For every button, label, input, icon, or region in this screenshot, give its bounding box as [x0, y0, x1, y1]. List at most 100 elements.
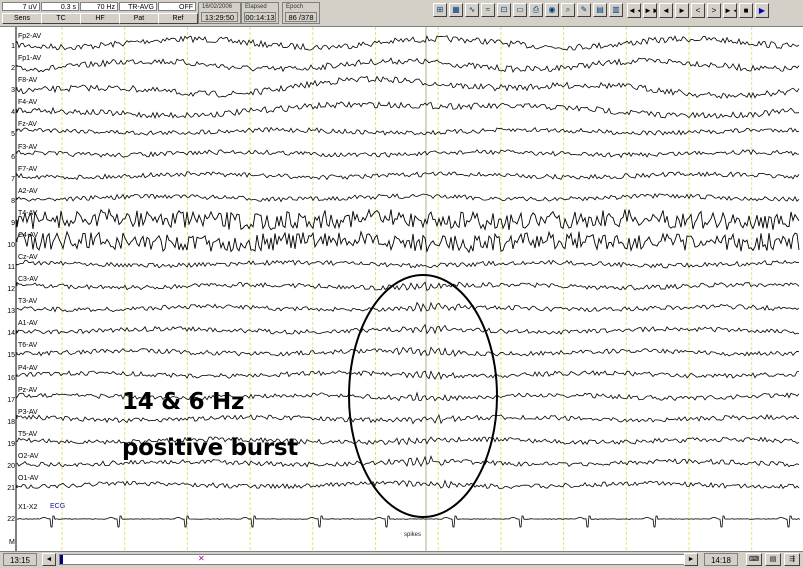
eeg-trace — [16, 230, 800, 254]
spectrum-icon[interactable]: ∿ — [465, 3, 479, 17]
montage-icon[interactable]: ⊞ — [433, 3, 447, 17]
setting-value[interactable]: 0.3 s — [41, 2, 79, 11]
setting-value[interactable]: 7 uV — [2, 2, 40, 11]
channel-number: 4 — [11, 109, 15, 117]
export-icon[interactable]: ⇶ — [784, 553, 800, 566]
elapsed-label: Elapsed — [245, 4, 267, 10]
annotation-line-2: positive burst — [122, 435, 298, 461]
eeg-trace — [16, 101, 800, 120]
stop-button[interactable]: ■ — [739, 3, 753, 18]
datetime-box: 16/02/2006 13:29:50 — [198, 2, 241, 24]
eeg-trace — [16, 57, 800, 73]
measure-icon[interactable]: ⊡ — [497, 3, 511, 17]
eeg-trace — [16, 192, 800, 203]
channel-number: 13 — [7, 308, 15, 316]
start-time: 13:15 — [3, 553, 37, 566]
timeline-scrollbar[interactable]: ✕ — [59, 554, 696, 565]
channel-label[interactable]: T3-AV — [18, 298, 37, 305]
fit-button[interactable]: ►◄ — [723, 3, 737, 18]
scroll-left-button[interactable]: ◄ — [42, 553, 56, 566]
play-button[interactable]: ▶ — [755, 3, 769, 18]
channel-label[interactable]: Fp2-AV — [18, 33, 41, 40]
epoch-value: 86 /378 — [285, 12, 317, 22]
channel-label[interactable]: A1-AV — [18, 320, 38, 327]
channel-number: 3 — [11, 87, 15, 95]
channel-label[interactable]: O1-AV — [18, 475, 39, 482]
filter-icon[interactable]: ▦ — [449, 3, 463, 17]
grid-icon[interactable]: ▤ — [593, 3, 607, 17]
fast-forward-button[interactable]: ►► — [643, 3, 657, 18]
eeg-trace — [16, 149, 799, 159]
page-back-button[interactable]: < — [691, 3, 705, 18]
event-marker-icon[interactable]: ✕ — [198, 554, 206, 563]
pen-icon[interactable]: ✎ — [577, 3, 591, 17]
channel-label[interactable]: F8-AV — [18, 77, 37, 84]
channel-number: 5 — [11, 131, 15, 139]
setting-value[interactable]: 70 Hz — [80, 2, 118, 11]
setting-3: TR-AVG Pat — [119, 2, 159, 24]
channel-label[interactable]: T6-AV — [18, 342, 37, 349]
channel-label[interactable]: Cz-AV — [18, 254, 38, 261]
epoch-box: Epoch 86 /378 — [282, 2, 320, 24]
eeg-trace — [16, 301, 800, 313]
channel-label[interactable]: F4-AV — [18, 99, 37, 106]
scroll-right-button[interactable]: ► — [684, 553, 698, 566]
channel-number: 18 — [7, 418, 15, 426]
channel-label[interactable]: F3-AV — [18, 144, 37, 151]
setting-4: OFF Ref — [158, 2, 198, 24]
step-forward-button[interactable]: ► — [675, 3, 689, 18]
channel-number: 6 — [11, 153, 15, 161]
channel-label[interactable]: Pz-AV — [18, 387, 37, 394]
keyboard-icon[interactable]: ⌨ — [746, 553, 762, 566]
channel-label[interactable]: C3-AV — [18, 276, 38, 283]
elapsed-box: Elapsed 00:14:13 — [241, 2, 279, 24]
eeg-trace — [16, 207, 800, 231]
setting-button[interactable]: Sens — [2, 13, 42, 24]
channel-number: 10 — [7, 241, 15, 249]
ecg-trace — [16, 515, 801, 528]
table-icon[interactable]: ▥ — [609, 3, 623, 17]
top-toolbar: 7 uV Sens 0.3 s TC 70 Hz HF TR-AVG Pat OFF Ref 16… — [0, 0, 803, 27]
channel-number: 17 — [7, 396, 15, 404]
setting-button[interactable]: Pat — [119, 13, 159, 24]
camera-icon[interactable]: ◉ — [545, 3, 559, 17]
setting-value[interactable]: OFF — [158, 2, 196, 11]
channel-number: 8 — [11, 197, 15, 205]
channel-label[interactable]: F7-AV — [18, 166, 37, 173]
eeg-trace — [16, 35, 800, 51]
channel-label[interactable]: Fz-AV — [18, 121, 37, 128]
channel-label[interactable]: Fp1-AV — [18, 55, 41, 62]
print-icon[interactable]: ⎙ — [529, 3, 543, 17]
eeg-trace — [16, 281, 800, 292]
marker-label: M — [9, 539, 15, 546]
fast-back-button[interactable]: ◄◄ — [627, 3, 641, 18]
report-icon[interactable]: ▭ — [513, 3, 527, 17]
channel-label[interactable]: C4-AV — [18, 232, 38, 239]
step-back-button[interactable]: ◄ — [659, 3, 673, 18]
channel-label[interactable]: T5-AV — [18, 431, 37, 438]
eeg-trace — [16, 346, 800, 357]
channel-number: 15 — [7, 352, 15, 360]
setting-button[interactable]: HF — [80, 13, 120, 24]
wave-icon[interactable]: ≈ — [481, 3, 495, 17]
print-page-icon[interactable]: ▤ — [765, 553, 781, 566]
channel-number: 1 — [11, 43, 15, 50]
setting-button[interactable]: TC — [41, 13, 81, 24]
eeg-trace — [16, 413, 800, 425]
channel-label[interactable]: P3-AV — [18, 409, 38, 416]
setting-value[interactable]: TR-AVG — [119, 2, 157, 11]
channel-label[interactable]: T4-AV — [18, 210, 37, 217]
setting-1: 0.3 s TC — [41, 2, 81, 24]
eeg-trace-panel[interactable]: 1 Fp2-AV 2 Fp1-AV 3 F8-AV 4 F4-AV 5 Fz-AV 6 F3-AV 7 F… — [0, 27, 803, 551]
channel-label[interactable]: A2-AV — [18, 188, 38, 195]
setting-button[interactable]: Ref — [158, 13, 198, 24]
channel-number: 14 — [7, 330, 15, 338]
ecg-type-label: ECG — [50, 503, 66, 510]
page-forward-button[interactable]: > — [707, 3, 721, 18]
scroll-thumb[interactable] — [60, 555, 63, 564]
channel-number: 19 — [7, 440, 15, 448]
eeg-trace — [16, 323, 800, 335]
zoom-icon[interactable]: ⌕ — [561, 3, 575, 17]
channel-label[interactable]: P4-AV — [18, 365, 38, 372]
channel-label[interactable]: O2-AV — [18, 453, 39, 460]
